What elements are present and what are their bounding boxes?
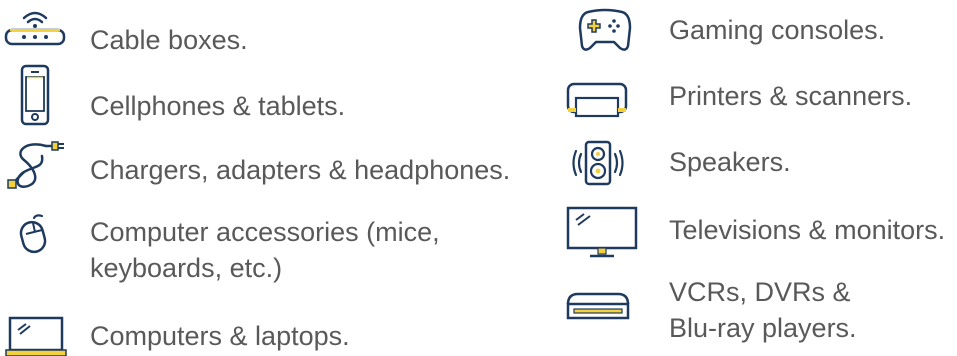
item-label: Computer accessories (mice, keyboards, e… <box>90 217 440 283</box>
item-label: Printers & scanners. <box>669 81 913 111</box>
gamepad-icon <box>578 8 632 52</box>
item-label: Cellphones & tablets. <box>90 91 346 121</box>
computer-mouse-icon <box>16 214 50 254</box>
television-icon <box>566 206 638 260</box>
laptop-icon <box>5 316 68 356</box>
item-label: Gaming consoles. <box>669 15 886 45</box>
printer-icon <box>566 82 628 118</box>
charger-cable-icon <box>6 138 66 192</box>
vcr-dvr-player-icon <box>566 290 630 322</box>
cable-box-icon <box>4 6 66 46</box>
item-label: Televisions & monitors. <box>669 215 946 245</box>
cellphone-icon <box>20 64 50 126</box>
item-label: VCRs, DVRs & Blu-ray players. <box>669 277 857 343</box>
item-label: Chargers, adapters & headphones. <box>90 155 511 185</box>
item-label: Computers & laptops. <box>90 321 350 351</box>
speaker-icon <box>572 140 624 186</box>
item-label: Cable boxes. <box>90 25 248 55</box>
item-label: Speakers. <box>669 147 791 177</box>
